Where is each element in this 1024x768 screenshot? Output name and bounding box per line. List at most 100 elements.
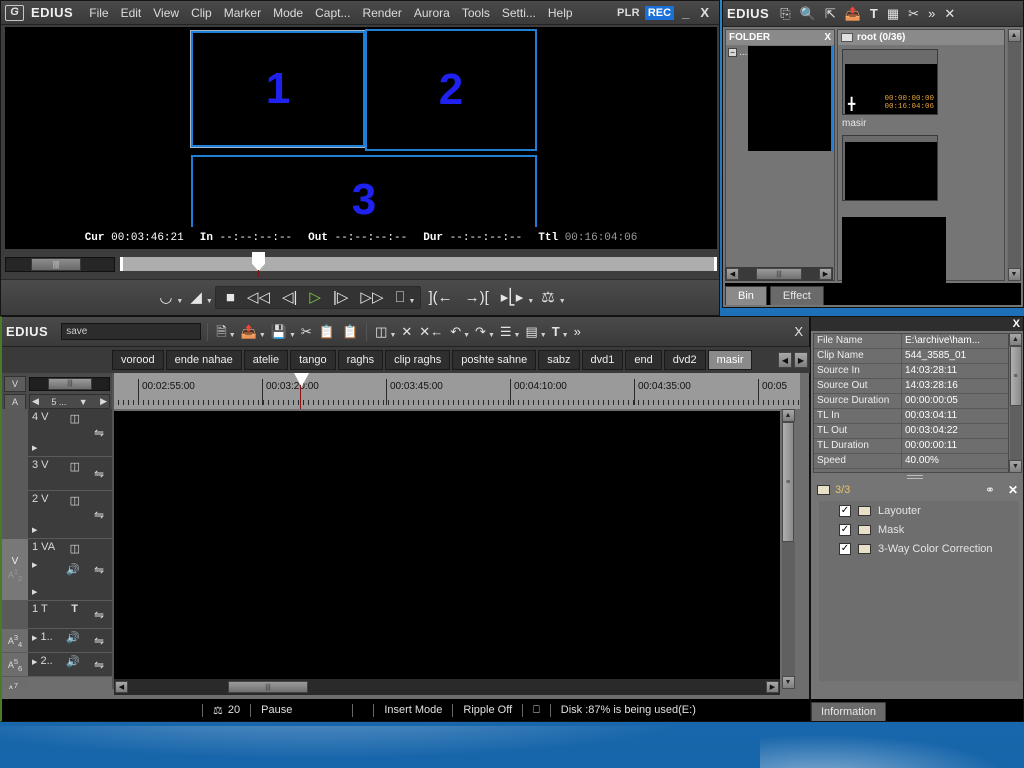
timeline-scroll-left-icon[interactable]: ◀ bbox=[115, 681, 128, 693]
sequence-tab-end[interactable]: end bbox=[625, 350, 662, 370]
list-item[interactable]: ✓ Layouter bbox=[819, 501, 1019, 520]
menu-clip[interactable]: Clip bbox=[185, 4, 218, 22]
track-2v-indicator[interactable] bbox=[2, 491, 28, 538]
preview-quad-1[interactable]: 1 bbox=[190, 30, 366, 148]
sequence-tab-masir[interactable]: masir bbox=[707, 350, 753, 370]
bin-close-icon[interactable]: ✕ bbox=[942, 6, 957, 21]
marker-dropdown-icon[interactable]: ▼ bbox=[527, 298, 534, 305]
redo-icon[interactable]: ↷ bbox=[473, 324, 488, 339]
track-1t-main[interactable]: 1 T T bbox=[28, 601, 86, 628]
track-a1-speaker-icon[interactable]: 🔊 bbox=[66, 631, 80, 644]
player-playhead[interactable] bbox=[252, 252, 265, 271]
zoom-level-select[interactable]: ◀ 5 ... ▼ ▶ bbox=[29, 394, 110, 409]
player-seek-bar[interactable] bbox=[120, 252, 717, 277]
title-dropdown-icon[interactable]: ▼ bbox=[562, 332, 569, 339]
trim-in-icon[interactable]: ](← bbox=[423, 288, 457, 307]
information-scrollbar[interactable]: ▲ ≡ ▼ bbox=[1009, 333, 1022, 473]
cut-icon[interactable]: ✂ bbox=[299, 324, 314, 339]
track-a2-speaker-icon[interactable]: 🔊 bbox=[66, 655, 80, 668]
new-project-icon[interactable]: 🗎 bbox=[214, 324, 228, 339]
bin-vertical-scrollbar[interactable]: ▲ ▼ bbox=[1007, 29, 1021, 281]
menu-aurora[interactable]: Aurora bbox=[408, 4, 456, 22]
set-in-dropdown-icon[interactable]: ▼ bbox=[176, 298, 183, 305]
track-a2-indicator[interactable]: A56 bbox=[2, 653, 28, 676]
information-table[interactable]: File Name E:\archive\ham... Clip Name 54… bbox=[813, 333, 1009, 473]
track-a1-expand-icon[interactable]: ▶ bbox=[32, 635, 37, 642]
tree-expander-icon[interactable]: − bbox=[728, 48, 737, 57]
track-a2-mixer-icon[interactable]: ⇋ bbox=[86, 653, 112, 676]
list-item[interactable]: ✓ Mask bbox=[819, 520, 1019, 539]
up-arrow-icon[interactable]: ⇱ bbox=[823, 6, 838, 21]
track-1va-v-icon[interactable]: V bbox=[12, 556, 19, 567]
close-button[interactable]: X bbox=[697, 5, 712, 20]
delete-left-icon[interactable]: ✕← bbox=[417, 324, 445, 339]
folder-horizontal-scrollbar[interactable]: ◀ ||| ▶ bbox=[725, 267, 833, 281]
audio-track-toggle[interactable]: A bbox=[4, 393, 26, 410]
track-3v-mixer-icon[interactable]: ⇋ bbox=[86, 457, 112, 490]
list-item[interactable]: ✓ 3-Way Color Correction bbox=[819, 539, 1019, 558]
menu-edit[interactable]: Edit bbox=[115, 4, 148, 22]
effect-dropdown-icon[interactable]: ▼ bbox=[540, 332, 547, 339]
track-header-1t[interactable]: 1 T T ⇋ bbox=[2, 601, 112, 629]
scissors-icon[interactable]: ✂ bbox=[906, 6, 921, 21]
track-1va-expand-audio-icon[interactable]: ▶ bbox=[32, 588, 37, 596]
rec-mode-badge[interactable]: REC bbox=[644, 5, 675, 20]
add-marker-icon[interactable]: ▸⎣▸ bbox=[496, 288, 529, 307]
track-3v-film-icon[interactable]: ◫ bbox=[70, 460, 80, 473]
new-folder-icon[interactable]: 📤 bbox=[843, 6, 863, 21]
bin-scroll-down-icon[interactable]: ▼ bbox=[1007, 268, 1021, 281]
track-a3-a-icon[interactable]: A78 bbox=[8, 681, 22, 689]
player-mode-label[interactable]: PLR bbox=[617, 7, 640, 19]
replace-clip-icon[interactable]: ◫ bbox=[373, 324, 389, 339]
menu-marker[interactable]: Marker bbox=[218, 4, 267, 22]
track-a3-mixer-icon[interactable] bbox=[86, 677, 112, 689]
menu-render[interactable]: Render bbox=[356, 4, 407, 22]
track-a1-indicator[interactable]: A34 bbox=[2, 629, 28, 652]
timeline-vertical-scrollbar[interactable]: ▲ ≡ ▼ bbox=[781, 409, 795, 689]
sequence-tab-sabz[interactable]: sabz bbox=[538, 350, 580, 370]
new-dropdown-icon[interactable]: ▼ bbox=[229, 332, 236, 339]
effect-checkbox[interactable]: ✓ bbox=[839, 523, 851, 536]
paste-icon[interactable]: 📋 bbox=[340, 324, 360, 339]
track-4v-main[interactable]: 4 V ◫ ▶ bbox=[28, 409, 86, 456]
player-menubar[interactable]: File Edit View Clip Marker Mode Capt... … bbox=[83, 4, 578, 22]
monitor-icon[interactable]: ⎕ bbox=[533, 704, 540, 717]
menu-view[interactable]: View bbox=[147, 4, 185, 22]
folder-scroll-right-icon[interactable]: ▶ bbox=[819, 268, 832, 280]
clip-area[interactable]: ╋ 00:00:00:00 00:16:04:06 masir bbox=[838, 45, 1004, 283]
chevron-icon[interactable]: » bbox=[926, 6, 937, 21]
replace-dropdown-icon[interactable]: ▼ bbox=[389, 332, 396, 339]
preview-monitor[interactable]: 1 2 3 bbox=[5, 27, 717, 249]
set-in-point-icon[interactable]: ◡ bbox=[154, 288, 177, 307]
track-header-3v[interactable]: 3 V ◫ ⇋ bbox=[2, 457, 112, 491]
timeline-clip-area[interactable] bbox=[114, 411, 780, 683]
track-header-a3[interactable]: A78 bbox=[2, 677, 112, 689]
loop-playback-icon[interactable]: ⎕ bbox=[390, 288, 409, 307]
effect-icon[interactable]: ▤ bbox=[523, 324, 539, 339]
zoom-prev-icon[interactable]: ◀ bbox=[32, 396, 39, 407]
track-4v-film-icon[interactable]: ◫ bbox=[70, 412, 80, 425]
tab-bin[interactable]: Bin bbox=[725, 286, 767, 305]
zoom-dropdown-icon[interactable]: ▼ bbox=[79, 397, 88, 407]
timeline-scroll-down-icon[interactable]: ▼ bbox=[781, 676, 795, 689]
color-bar-icon[interactable]: ▦ bbox=[885, 6, 901, 21]
info-scroll-down-icon[interactable]: ▼ bbox=[1009, 460, 1022, 473]
effects-add-icon[interactable]: ⚭ bbox=[985, 483, 995, 497]
sequence-tab-ende-nahae[interactable]: ende nahae bbox=[165, 350, 242, 370]
info-scroll-thumb[interactable]: ≡ bbox=[1009, 346, 1022, 406]
video-track-toggle[interactable]: V bbox=[4, 375, 26, 392]
effect-checkbox[interactable]: ✓ bbox=[839, 504, 851, 517]
bin-scroll-track[interactable] bbox=[1007, 42, 1021, 268]
player-mini-scrollbar[interactable]: ||| bbox=[5, 256, 115, 272]
sequence-tab-prev-icon[interactable]: ◀ bbox=[778, 352, 792, 368]
set-out-point-icon[interactable]: ◢ bbox=[185, 288, 207, 307]
track-header-4v[interactable]: 4 V ◫ ▶ ⇋ bbox=[2, 409, 112, 457]
track-1va-film-icon[interactable]: ◫ bbox=[70, 542, 80, 555]
timeline-zoom-thumb[interactable]: ||| bbox=[48, 377, 92, 390]
track-a2-expand-icon[interactable]: ▶ bbox=[32, 659, 37, 666]
sequence-tab-poshte-sahne[interactable]: poshte sahne bbox=[452, 350, 537, 370]
previous-frame-icon[interactable]: ◁| bbox=[277, 288, 302, 307]
preview-quad-2[interactable]: 2 bbox=[365, 29, 537, 151]
play-icon[interactable]: ▷ bbox=[304, 288, 326, 307]
timeline-close-icon[interactable]: X bbox=[792, 324, 805, 339]
